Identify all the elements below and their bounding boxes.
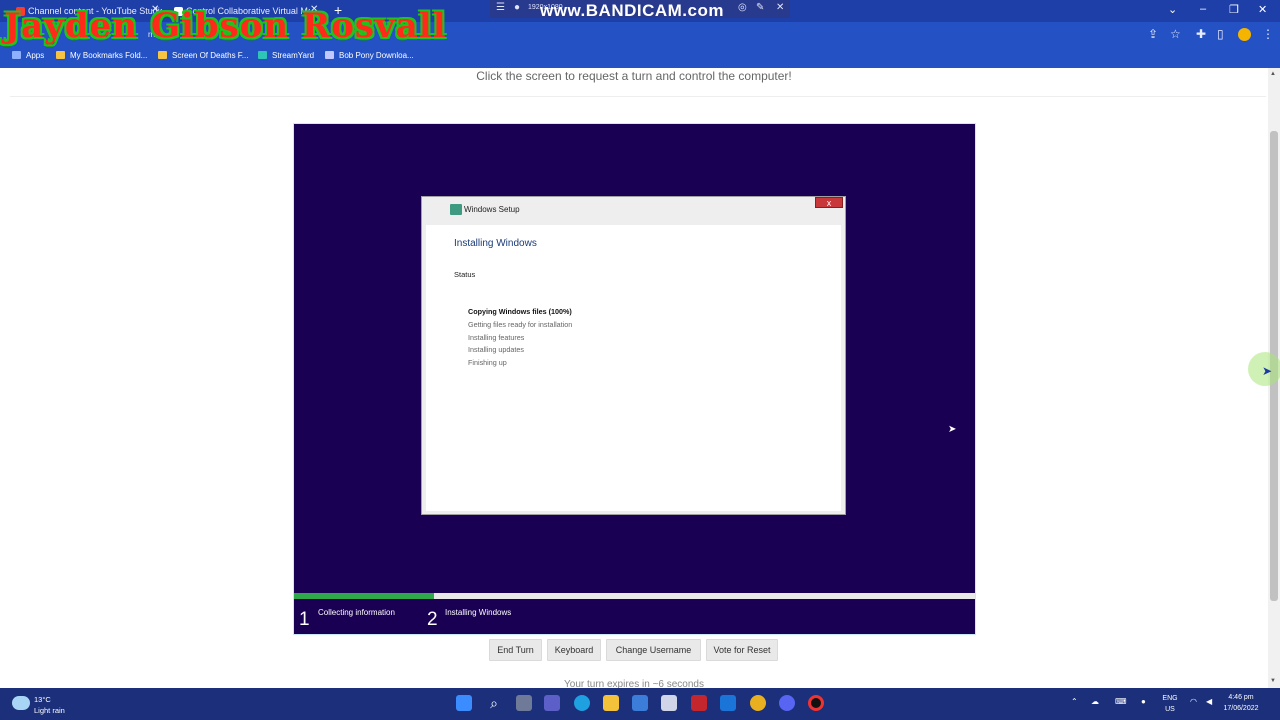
streamer-name-overlay: Jayden Gibson Rosvall: [4, 6, 447, 46]
scroll-up-icon[interactable]: ▲: [1270, 71, 1276, 77]
mouse-pointer-icon: ➤: [948, 424, 957, 435]
weather-temperature[interactable]: 13°C: [34, 695, 51, 704]
bookmark-label: Screen Of Deaths F...: [172, 51, 249, 60]
phase-number: 2: [427, 609, 438, 630]
vm-screen[interactable]: Windows Setup x Installing Windows Statu…: [293, 123, 976, 635]
file-explorer-icon[interactable]: [603, 695, 619, 711]
phase-label: Installing Windows: [445, 608, 512, 617]
minimize-icon[interactable]: –: [1200, 3, 1206, 15]
bobpony-icon: [325, 51, 334, 59]
clock-time[interactable]: 4:46 pm: [1220, 694, 1262, 701]
keyboard-icon[interactable]: ⌨: [1115, 697, 1127, 706]
star-icon[interactable]: ☆: [1170, 27, 1181, 41]
avatar[interactable]: [1238, 28, 1251, 41]
weather-description[interactable]: Light rain: [34, 706, 65, 715]
volume-icon[interactable]: ◀: [1206, 697, 1212, 706]
bookmark-apps[interactable]: Apps: [12, 51, 44, 60]
restore-icon[interactable]: ❐: [1229, 3, 1239, 16]
scroll-down-icon[interactable]: ▼: [1270, 678, 1276, 684]
side-panel-icon[interactable]: ▯: [1217, 27, 1224, 41]
step-copying-files: Copying Windows files (100%): [468, 307, 572, 316]
chevron-up-icon[interactable]: ⌃: [1071, 697, 1078, 706]
chrome-icon[interactable]: [750, 695, 766, 711]
extensions-icon[interactable]: ✚: [1196, 27, 1206, 41]
mail-icon[interactable]: [720, 695, 736, 711]
keyboard-button[interactable]: Keyboard: [547, 639, 601, 661]
discord-icon[interactable]: [779, 695, 795, 711]
instruction-text: Click the screen to request a turn and c…: [476, 69, 792, 83]
camera-icon[interactable]: ◎: [738, 2, 747, 13]
windows-setup-icon: [450, 204, 462, 215]
step-installing-updates: Installing updates: [468, 345, 524, 354]
bookmark-screen-of-deaths[interactable]: Screen Of Deaths F...: [158, 51, 248, 60]
teams-icon[interactable]: [544, 695, 560, 711]
status-label: Status: [454, 270, 476, 279]
phase-number: 1: [299, 609, 310, 630]
windows-setup-window[interactable]: Windows Setup x Installing Windows Statu…: [421, 196, 846, 515]
close-window-icon[interactable]: ✕: [1258, 3, 1267, 16]
vote-reset-button[interactable]: Vote for Reset: [706, 639, 778, 661]
setup-heading: Installing Windows: [454, 238, 537, 249]
install-progress-fill: [294, 593, 434, 599]
end-turn-button[interactable]: End Turn: [489, 639, 542, 661]
bookmark-label: Apps: [26, 51, 45, 60]
windows-start-icon[interactable]: [456, 695, 472, 711]
bookmark-label: Bob Pony Downloa...: [339, 51, 414, 60]
bookmark-label: My Bookmarks Fold...: [70, 51, 148, 60]
install-progress-bar: [294, 593, 975, 599]
clock-date[interactable]: 17/06/2022: [1220, 705, 1262, 712]
bookmark-my-bookmarks[interactable]: My Bookmarks Fold...: [56, 51, 147, 60]
change-username-button[interactable]: Change Username: [606, 639, 701, 661]
mouse-cursor-icon: ➤: [1262, 364, 1273, 378]
office-icon[interactable]: [661, 695, 677, 711]
windows-taskbar: 13°C Light rain ⌕ ⌃ ☁ ⌨ ● ENG US ◠ ◀ 4:4…: [0, 688, 1280, 720]
bandicam-record-icon[interactable]: [808, 695, 824, 711]
bookmark-label: StreamYard: [272, 51, 315, 60]
step-finishing-up: Finishing up: [468, 358, 507, 367]
search-icon[interactable]: ⌕: [486, 695, 502, 711]
close-button[interactable]: x: [815, 197, 843, 208]
close-icon[interactable]: ✕: [776, 2, 784, 13]
divider: [10, 96, 1266, 97]
pencil-icon[interactable]: ✎: [756, 2, 764, 13]
microphone-icon[interactable]: ●: [1141, 697, 1146, 706]
bandicam-watermark: www.BANDICAM.com: [540, 1, 724, 20]
apps-grid-icon: [12, 51, 21, 59]
store-icon[interactable]: [632, 695, 648, 711]
bookmark-streamyard[interactable]: StreamYard: [258, 51, 314, 60]
folder-icon: [158, 51, 167, 59]
wifi-icon[interactable]: ◠: [1190, 697, 1197, 706]
setup-body: Installing Windows Status Copying Window…: [426, 225, 841, 511]
streamyard-icon: [258, 51, 267, 59]
more-options-icon[interactable]: ⋮: [1262, 27, 1274, 41]
bookmark-bob-pony[interactable]: Bob Pony Downloa...: [325, 51, 414, 60]
phase-label: Collecting information: [318, 608, 395, 617]
language-code[interactable]: ENG: [1158, 695, 1182, 702]
step-installing-features: Installing features: [468, 333, 525, 342]
office-app-icon[interactable]: [691, 695, 707, 711]
task-view-icon[interactable]: [516, 695, 532, 711]
chevron-down-icon[interactable]: ⌄: [1168, 3, 1177, 16]
step-getting-ready: Getting files ready for installation: [468, 320, 573, 329]
edge-icon[interactable]: [574, 695, 590, 711]
share-icon[interactable]: ⇪: [1148, 27, 1158, 41]
setup-window-title: Windows Setup: [464, 205, 520, 214]
microphone-icon: ●: [514, 2, 521, 13]
menu-icon[interactable]: ☰: [496, 2, 505, 13]
language-region[interactable]: US: [1158, 706, 1182, 713]
cloud-rain-icon[interactable]: [12, 696, 30, 710]
bookmarks-bar: Apps My Bookmarks Fold... Screen Of Deat…: [0, 47, 1280, 68]
folder-icon: [56, 51, 65, 59]
onedrive-icon[interactable]: ☁: [1091, 697, 1099, 706]
